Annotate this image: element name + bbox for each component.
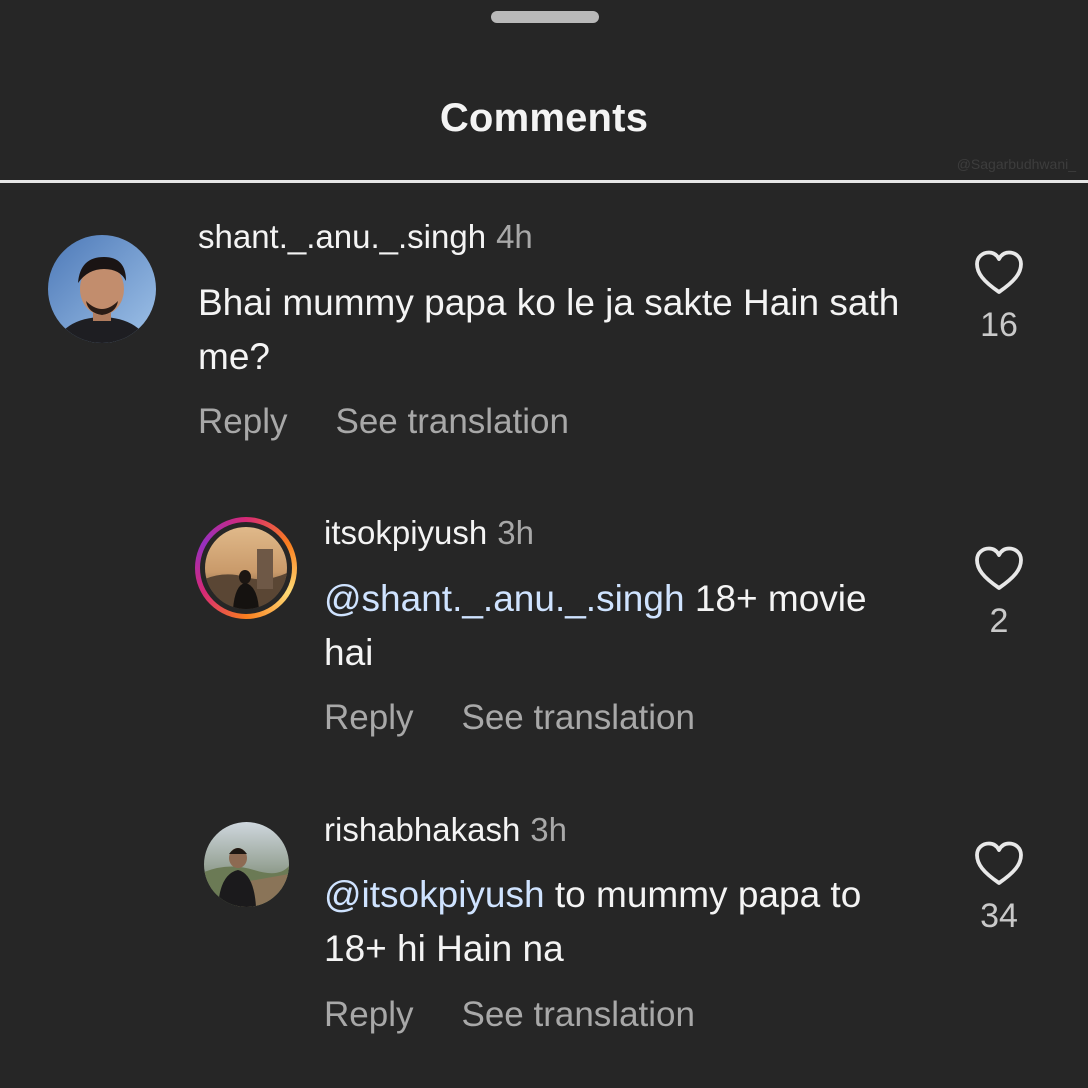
like-count: 2 [989,602,1009,640]
see-translation-button[interactable]: See translation [461,698,694,737]
avatar[interactable] [204,822,289,907]
mention-link[interactable]: @itsokpiyush [324,874,545,915]
like-count: 34 [980,897,1018,935]
timestamp: 3h [530,811,568,848]
header-divider [0,180,1088,183]
avatar[interactable] [48,235,156,343]
username[interactable]: itsokpiyush [324,514,487,551]
watermark: @Sagarbudhwani_ [956,156,1076,172]
like-button[interactable]: 2 [969,546,1029,641]
comment-text: Bhai mummy papa ko le ja sakte Hain sath… [198,276,938,384]
timestamp: 3h [497,514,534,551]
username[interactable]: shant._.anu._.singh [198,218,486,255]
comment-body: Bhai mummy papa ko le ja sakte Hain sath… [198,282,900,377]
comments-sheet: Comments @Sagarbudhwani_ shant._.anu._.s… [0,0,1088,1088]
heart-outline-icon [975,250,1023,294]
comment-actions: Reply See translation [198,402,569,442]
timestamp: 4h [496,218,533,255]
reply-button[interactable]: Reply [198,402,287,441]
heart-outline-icon [975,546,1023,590]
avatar[interactable] [205,527,287,609]
mention-link[interactable]: @shant._.anu._.singh [324,578,685,619]
comment-header: shant._.anu._.singh 4h [198,218,533,256]
reply-button[interactable]: Reply [324,698,413,737]
heart-outline-icon [975,841,1023,885]
username[interactable]: rishabhakash [324,811,520,848]
drag-handle[interactable] [491,11,599,23]
comment-header: itsokpiyush 3h [324,514,534,552]
comment-text: @itsokpiyush to mummy papa to 18+ hi Hai… [324,868,924,976]
comment-actions: Reply See translation [324,995,695,1035]
comment-text: @shant._.anu._.singh 18+ movie hai [324,572,884,680]
like-count: 16 [980,306,1018,344]
see-translation-button[interactable]: See translation [335,402,568,441]
reply-button[interactable]: Reply [324,995,413,1034]
like-button[interactable]: 34 [969,841,1029,936]
page-title: Comments [439,96,649,140]
like-button[interactable]: 16 [969,250,1029,345]
comment-header: rishabhakash 3h [324,811,567,849]
comment-actions: Reply See translation [324,698,695,738]
see-translation-button[interactable]: See translation [461,995,694,1034]
